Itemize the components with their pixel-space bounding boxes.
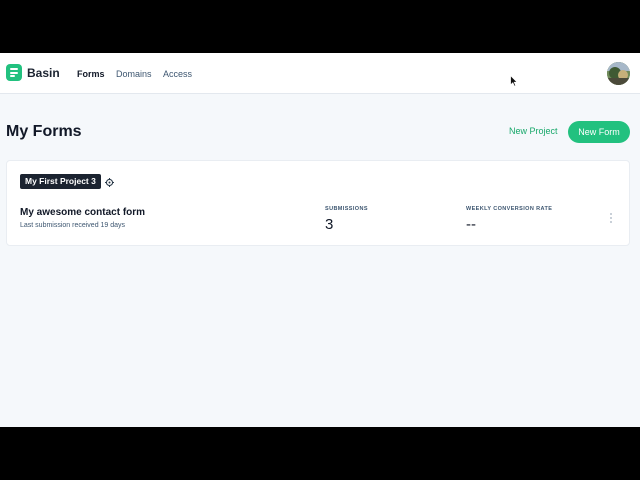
nav-item-domains[interactable]: Domains <box>116 69 152 79</box>
new-form-button[interactable]: New Form <box>568 121 630 143</box>
nav-item-forms[interactable]: Forms <box>77 69 105 79</box>
brand-name[interactable]: Basin <box>27 66 60 80</box>
project-name-badge[interactable]: My First Project 3 <box>20 174 101 189</box>
avatar[interactable] <box>607 62 630 85</box>
mouse-cursor <box>510 75 518 87</box>
form-name[interactable]: My awesome contact form <box>20 207 145 218</box>
top-navbar: Basin Forms Domains Access <box>0 53 640 94</box>
submissions-label: SUBMISSIONS <box>325 206 368 212</box>
last-submission-text: Last submission received 19 days <box>20 222 126 229</box>
conversion-rate-label: WEEKLY CONVERSION RATE <box>466 206 553 212</box>
kebab-menu-icon[interactable] <box>609 213 613 225</box>
settings-icon[interactable] <box>105 178 114 187</box>
nav-item-access[interactable]: Access <box>163 69 192 79</box>
app-screen: Basin Forms Domains Access My Forms New … <box>0 53 640 427</box>
new-project-button[interactable]: New Project <box>509 126 558 136</box>
logo-icon[interactable] <box>6 64 22 81</box>
page-title: My Forms <box>6 123 82 140</box>
submissions-value: 3 <box>325 216 334 233</box>
project-card: My First Project 3 My awesome contact fo… <box>6 160 630 246</box>
conversion-rate-value: -- <box>466 216 476 233</box>
